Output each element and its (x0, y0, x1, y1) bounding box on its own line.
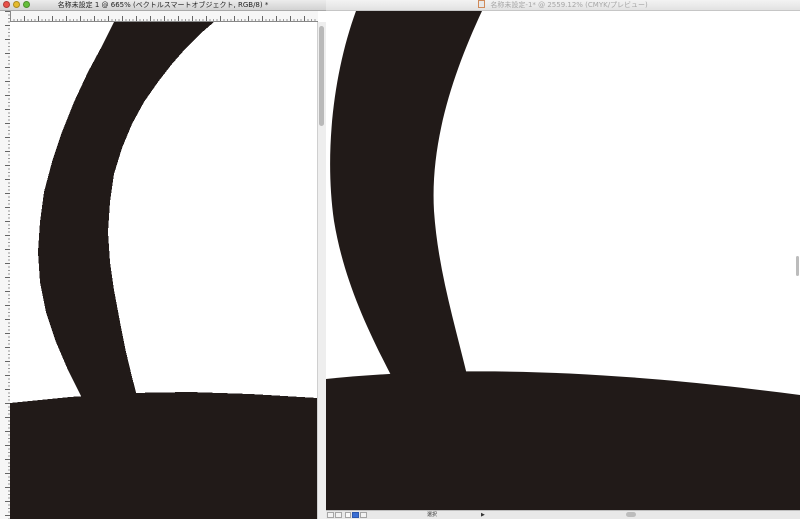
right-vertical-scrollbar[interactable] (795, 11, 800, 511)
left-scroll-thumb[interactable] (319, 26, 324, 126)
smooth-base-shape (326, 371, 800, 511)
left-vertical-scrollbar[interactable] (317, 22, 326, 519)
status-mode-label[interactable]: 選択 (387, 512, 477, 518)
horizontal-ruler[interactable] (10, 11, 318, 22)
right-scroll-thumb[interactable] (796, 256, 799, 276)
right-window-title: 名称未設定-1* @ 2559.12% (CMYK/プレビュー) (490, 1, 648, 9)
document-icon (478, 0, 486, 8)
photoshop-document-window: 名称未設定 1 @ 665% (ベクトルスマートオブジェクト, RGB/8) * (0, 0, 327, 519)
close-window-button[interactable] (3, 1, 10, 8)
zoom-window-button[interactable] (23, 1, 30, 8)
horizontal-scroll-thumb[interactable] (626, 512, 636, 517)
pixel-canvas[interactable] (10, 22, 318, 519)
minimize-window-button[interactable] (13, 1, 20, 8)
window-controls (3, 1, 30, 8)
status-bar: 選択 ▶ (326, 510, 800, 519)
right-window-titlebar[interactable]: 名称未設定-1* @ 2559.12% (CMYK/プレビュー) (326, 0, 800, 11)
first-artboard-button[interactable] (327, 512, 334, 518)
previous-artboard-button[interactable] (335, 512, 342, 518)
next-artboard-button[interactable] (360, 512, 367, 518)
pixelated-base-shape (10, 392, 318, 519)
left-window-title: 名称未設定 1 @ 665% (ベクトルスマートオブジェクト, RGB/8) * (57, 1, 269, 9)
play-arrow-icon[interactable]: ▶ (481, 512, 485, 518)
vector-canvas[interactable] (326, 11, 800, 511)
artboard-menu-button[interactable] (352, 512, 359, 518)
left-window-titlebar[interactable]: 名称未設定 1 @ 665% (ベクトルスマートオブジェクト, RGB/8) * (0, 0, 326, 11)
artboard-number-field[interactable] (345, 512, 351, 518)
illustrator-document-window: 名称未設定-1* @ 2559.12% (CMYK/プレビュー) 選択 ▶ (326, 0, 800, 519)
